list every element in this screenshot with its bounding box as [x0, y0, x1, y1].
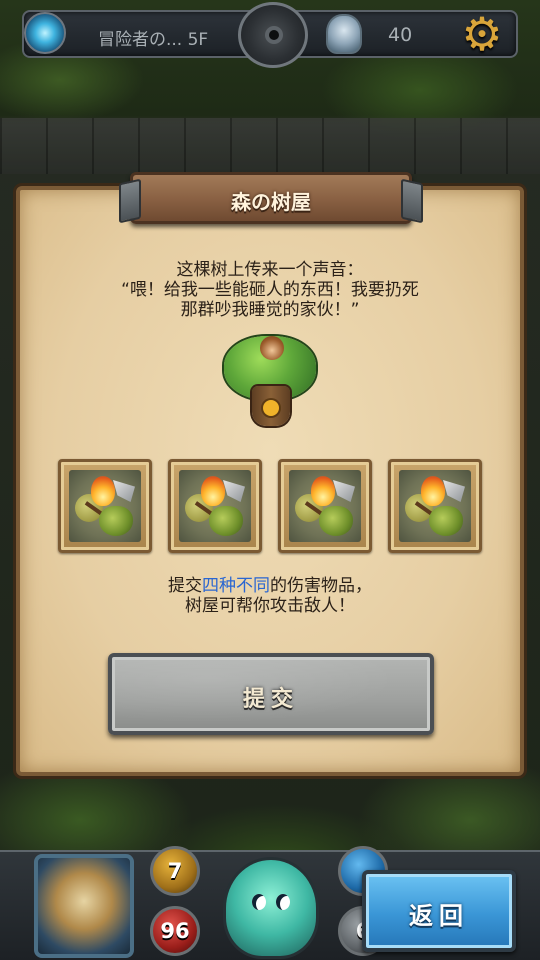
- item-slot-4[interactable]: [388, 459, 482, 553]
- story-line: 那群吵我睡觉的家伙！”: [180, 300, 360, 320]
- item-slot-1[interactable]: [58, 459, 152, 553]
- dialog-title-plank: 森の树屋: [130, 172, 412, 224]
- hint-prefix: 提交: [168, 576, 202, 596]
- damage-items-placeholder-icon: [399, 470, 471, 542]
- return-button[interactable]: 返回: [362, 870, 516, 952]
- hint-highlight: 四种不同: [202, 576, 270, 596]
- story-line: “喂！给我一些能砸人的东西！我要扔死: [121, 280, 419, 300]
- health-stat: 96: [150, 906, 200, 956]
- submit-label: 提交: [242, 687, 299, 712]
- attack-stat: 7: [150, 846, 200, 896]
- damage-items-placeholder-icon: [289, 470, 361, 542]
- story-line: 这棵树上传来一个声音：: [176, 260, 364, 280]
- eye-icon: [269, 30, 279, 40]
- damage-items-placeholder-icon: [179, 470, 251, 542]
- brick-wall: [0, 118, 540, 174]
- top-hud: 冒险者の... 5F 40 ⚙: [0, 0, 540, 70]
- hint-line: 提交四种不同的伤害物品，: [40, 576, 500, 596]
- item-slot-2[interactable]: [168, 459, 262, 553]
- ghost-icon: [326, 14, 362, 54]
- pet-eye: [276, 894, 290, 910]
- ghost-counter: 40: [388, 24, 413, 46]
- hero-portrait-avatar[interactable]: [34, 854, 134, 958]
- portal-icon[interactable]: [24, 12, 66, 54]
- treehouse-image: [220, 334, 320, 430]
- hint-suffix: 的伤害物品，: [270, 576, 372, 596]
- hint-line: 树屋可帮你攻击敌人！: [185, 596, 355, 616]
- pet-eye: [252, 894, 266, 910]
- floor-label: 冒险者の... 5F: [98, 30, 209, 50]
- compass-emblem: [238, 2, 308, 68]
- dialog-title: 森の树屋: [231, 190, 311, 214]
- pet-slime-icon[interactable]: [226, 860, 316, 956]
- item-slot-3[interactable]: [278, 459, 372, 553]
- item-slots: [58, 459, 482, 553]
- bottom-hud: 7 96 6 返回: [0, 830, 540, 960]
- return-label: 返回: [409, 902, 469, 930]
- tree-door-icon: [263, 400, 279, 416]
- damage-items-placeholder-icon: [69, 470, 141, 542]
- submit-button[interactable]: 提交: [108, 653, 434, 735]
- settings-gear-icon[interactable]: ⚙: [458, 10, 506, 58]
- hint-text: 提交四种不同的伤害物品， 树屋可帮你攻击敌人！: [40, 576, 500, 616]
- story-text: 这棵树上传来一个声音： “喂！给我一些能砸人的东西！我要扔死 那群吵我睡觉的家伙…: [40, 260, 500, 320]
- monkey-icon: [260, 336, 284, 360]
